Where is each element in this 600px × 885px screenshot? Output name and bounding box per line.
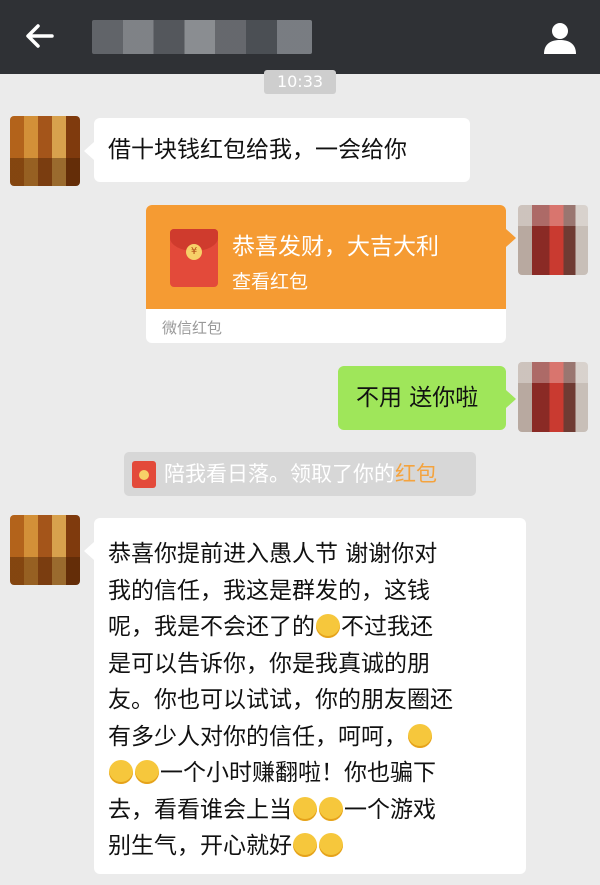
message-line: 呢，我是不会还了的 不过我还: [108, 609, 516, 646]
self-avatar[interactable]: [518, 205, 588, 275]
back-arrow-icon[interactable]: [22, 18, 58, 54]
message-text: 去，看看谁会上当: [108, 796, 292, 823]
tongue-emoji-icon: [319, 796, 343, 821]
message-text: 不用 送你啦: [356, 385, 479, 411]
message-line: 恭喜你提前进入愚人节 谢谢你对: [108, 541, 438, 567]
chat-title-blurred: [92, 20, 312, 54]
message-text: 一个游戏: [344, 796, 436, 823]
red-packet-header: ¥ 恭喜发财，大吉大利 查看红包: [146, 205, 506, 309]
message-text: 不过我还: [341, 614, 433, 640]
message-text: 别生气，开心就好: [108, 833, 292, 859]
message-text: 一个小时赚翻啦！你也骗下: [160, 760, 436, 786]
contact-avatar[interactable]: [10, 515, 80, 585]
grin-emoji-icon: [293, 833, 317, 857]
red-packet-title: 恭喜发财，大吉大利: [232, 234, 439, 260]
message-text: 呢，我是不会还了的: [108, 614, 315, 640]
red-envelope-icon: ¥: [170, 229, 218, 287]
red-packet-footer: 微信红包: [162, 319, 223, 337]
message-text: 借十块钱红包给我，一会给你: [108, 137, 407, 163]
thinking-emoji-icon: [109, 760, 133, 784]
contact-avatar[interactable]: [10, 116, 80, 186]
message-line: 有多少人对你的信任，呵呵，: [108, 719, 516, 756]
message-line: 我的信任，我这是群发的，这钱: [108, 577, 430, 604]
message-line: 去，看看谁会上当 一个游戏: [108, 792, 516, 829]
person-icon[interactable]: [540, 18, 580, 58]
message-line: 是可以告诉你，你是我真诚的朋: [108, 650, 430, 677]
grin-emoji-icon: [319, 833, 343, 857]
message-line: 一个小时赚翻啦！你也骗下: [108, 755, 516, 792]
timestamp: 10:33: [264, 70, 336, 94]
notice-highlight[interactable]: 红包: [395, 462, 437, 486]
self-avatar[interactable]: [518, 362, 588, 432]
message-bubble-incoming[interactable]: 借十块钱红包给我，一会给你: [84, 118, 470, 182]
red-packet-claimed-notice: 陪我看日落。领取了你的红包: [124, 452, 476, 496]
red-packet-card[interactable]: ¥ 恭喜发财，大吉大利 查看红包 微信红包: [146, 205, 516, 343]
chat-header: [0, 0, 600, 74]
red-packet-subtitle: 查看红包: [232, 271, 309, 293]
thinking-emoji-icon: [316, 614, 340, 638]
message-bubble-outgoing[interactable]: 不用 送你啦: [338, 366, 516, 430]
red-envelope-icon: [132, 461, 156, 488]
message-text: 有多少人对你的信任，呵呵，: [108, 723, 407, 750]
thinking-emoji-icon: [135, 760, 159, 784]
notice-text: 陪我看日落。领取了你的: [164, 462, 395, 486]
message-line: 友。你也可以试试，你的朋友圈还: [108, 687, 453, 713]
message-bubble-incoming[interactable]: 恭喜你提前进入愚人节 谢谢你对 我的信任，我这是群发的，这钱 呢，我是不会还了的…: [84, 518, 526, 874]
grin-emoji-icon: [293, 796, 317, 821]
message-line: 别生气，开心就好: [108, 828, 516, 865]
thinking-emoji-icon: [408, 723, 432, 748]
